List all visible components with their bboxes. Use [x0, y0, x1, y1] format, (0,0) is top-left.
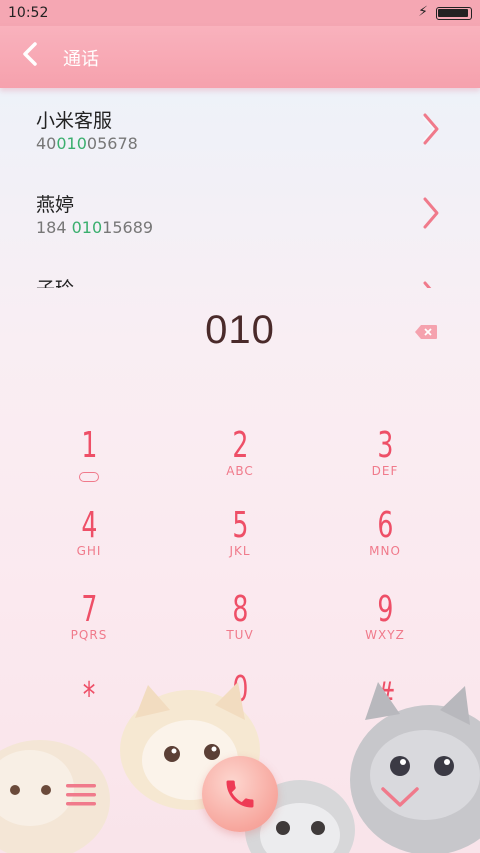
contact-name: 燕婷 [36, 194, 75, 216]
page-title: 通话 [63, 49, 99, 70]
number-match-highlight: 010 [56, 134, 87, 153]
key-digit: 8 [231, 589, 249, 630]
back-button[interactable] [20, 40, 50, 74]
battery-full-icon [436, 7, 472, 20]
key-digit: 9 [376, 589, 394, 630]
number-match-highlight: 010 [71, 218, 103, 237]
call-button[interactable] [202, 756, 278, 832]
number-prefix: 184 [36, 218, 72, 237]
number-suffix: 05678 [86, 134, 138, 153]
list-item[interactable]: 燕婷 184 01015689 [0, 172, 480, 256]
chevron-right-icon[interactable] [420, 280, 440, 288]
chevron-left-icon [23, 42, 37, 66]
key-digit: 5 [231, 505, 249, 546]
dialed-number: 010 [205, 308, 275, 352]
number-suffix: 15689 [102, 218, 154, 237]
app-header: 通话 [0, 26, 480, 88]
key-digit: 7 [80, 589, 98, 630]
key-digit: 4 [80, 505, 98, 546]
list-item[interactable]: 子玲 [0, 256, 480, 288]
key-4[interactable]: 4 GHI [34, 502, 144, 558]
status-bar: 10:52 ⚡ [0, 0, 480, 26]
key-9[interactable]: 9 WXYZ [330, 586, 440, 642]
key-5[interactable]: 5 JKL [185, 502, 295, 558]
key-7[interactable]: 7 PQRS [34, 586, 144, 642]
key-6[interactable]: 6 MNO [330, 502, 440, 558]
chevron-right-icon[interactable] [420, 196, 440, 230]
list-item[interactable]: 小米客服 4001005678 [0, 88, 480, 172]
contact-name: 子玲 [36, 274, 74, 288]
matching-contacts-list: 小米客服 4001005678 燕婷 184 01015689 子玲 [0, 88, 480, 288]
key-digit: 6 [376, 505, 394, 546]
key-digit: 1 [80, 425, 98, 466]
chevron-right-icon[interactable] [420, 112, 440, 146]
status-time: 10:52 [8, 5, 49, 21]
collapse-dialpad-icon[interactable] [380, 786, 420, 808]
contact-number: 184 01015689 [36, 218, 153, 237]
contact-name: 小米客服 [36, 110, 113, 132]
backspace-icon[interactable] [414, 324, 438, 340]
phone-icon [226, 780, 254, 808]
charging-bolt-icon: ⚡ [418, 4, 428, 20]
key-3[interactable]: 3 DEF [330, 422, 440, 478]
contact-number: 4001005678 [36, 134, 138, 153]
key-digit: 2 [231, 425, 249, 466]
key-1[interactable]: 1 [34, 422, 144, 482]
key-digit: 3 [376, 425, 394, 466]
voicemail-icon [79, 472, 99, 482]
number-prefix: 40 [36, 134, 57, 153]
key-8[interactable]: 8 TUV [185, 586, 295, 642]
menu-icon[interactable] [64, 780, 98, 810]
key-2[interactable]: 2 ABC [185, 422, 295, 478]
